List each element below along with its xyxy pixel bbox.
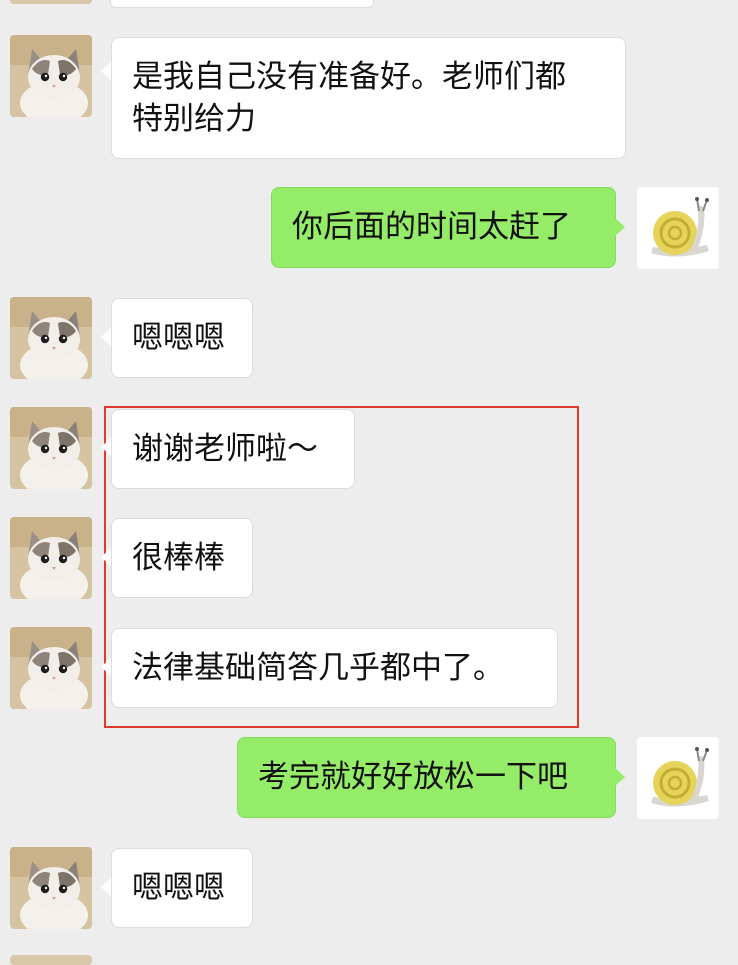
cat-avatar-icon[interactable] xyxy=(10,517,92,599)
cat-avatar-icon[interactable] xyxy=(10,35,92,117)
cat-avatar-icon[interactable] xyxy=(10,297,92,379)
cat-avatar-icon[interactable] xyxy=(10,407,92,489)
bubble-tail xyxy=(101,878,111,896)
message-bubble-incoming[interactable]: 嗯嗯嗯 xyxy=(111,298,253,378)
bubble-tail xyxy=(615,768,625,786)
message-text-line: 嗯嗯嗯 xyxy=(132,320,225,356)
message-text-line: 很棒棒 xyxy=(132,540,225,576)
bubble-tail xyxy=(101,62,111,80)
cat-avatar-icon[interactable] xyxy=(10,847,92,929)
message-text-line: 谢谢老师啦～ xyxy=(132,431,318,467)
message-bubble-incoming[interactable]: 谢谢老师啦～ xyxy=(111,409,355,489)
message-text-line: 你后面的时间太赶了 xyxy=(292,209,571,245)
snail-avatar-icon[interactable] xyxy=(637,187,719,269)
message-bubble-outgoing[interactable]: 你后面的时间太赶了 xyxy=(271,187,616,268)
message-text-line: 嗯嗯嗯 xyxy=(132,870,225,906)
cat-avatar-icon[interactable] xyxy=(10,627,92,709)
message-text-line: 特别给力 xyxy=(132,101,256,137)
bubble-tail xyxy=(101,658,111,676)
message-bubble-incoming[interactable]: 嗯嗯嗯 xyxy=(111,848,253,928)
partial-avatar-top xyxy=(10,0,92,4)
message-bubble-incoming[interactable]: 法律基础简答几乎都中了。 xyxy=(111,628,558,708)
message-text-line: 法律基础简答几乎都中了。 xyxy=(132,650,504,686)
message-bubble-incoming[interactable]: 很棒棒 xyxy=(111,518,253,598)
partial-avatar-bottom xyxy=(10,955,92,965)
bubble-tail xyxy=(101,438,111,456)
message-text-line: 是我自己没有准备好。老师们都 xyxy=(132,59,566,95)
message-bubble-outgoing[interactable]: 考完就好好放松一下吧 xyxy=(237,737,616,818)
snail-avatar-icon[interactable] xyxy=(637,737,719,819)
message-bubble-incoming[interactable]: 是我自己没有准备好。老师们都 特别给力 xyxy=(111,37,626,159)
bubble-tail xyxy=(101,548,111,566)
bubble-tail xyxy=(101,328,111,346)
partial-bubble-top xyxy=(110,0,374,8)
message-text-line: 考完就好好放松一下吧 xyxy=(258,759,568,795)
bubble-tail xyxy=(615,218,625,236)
